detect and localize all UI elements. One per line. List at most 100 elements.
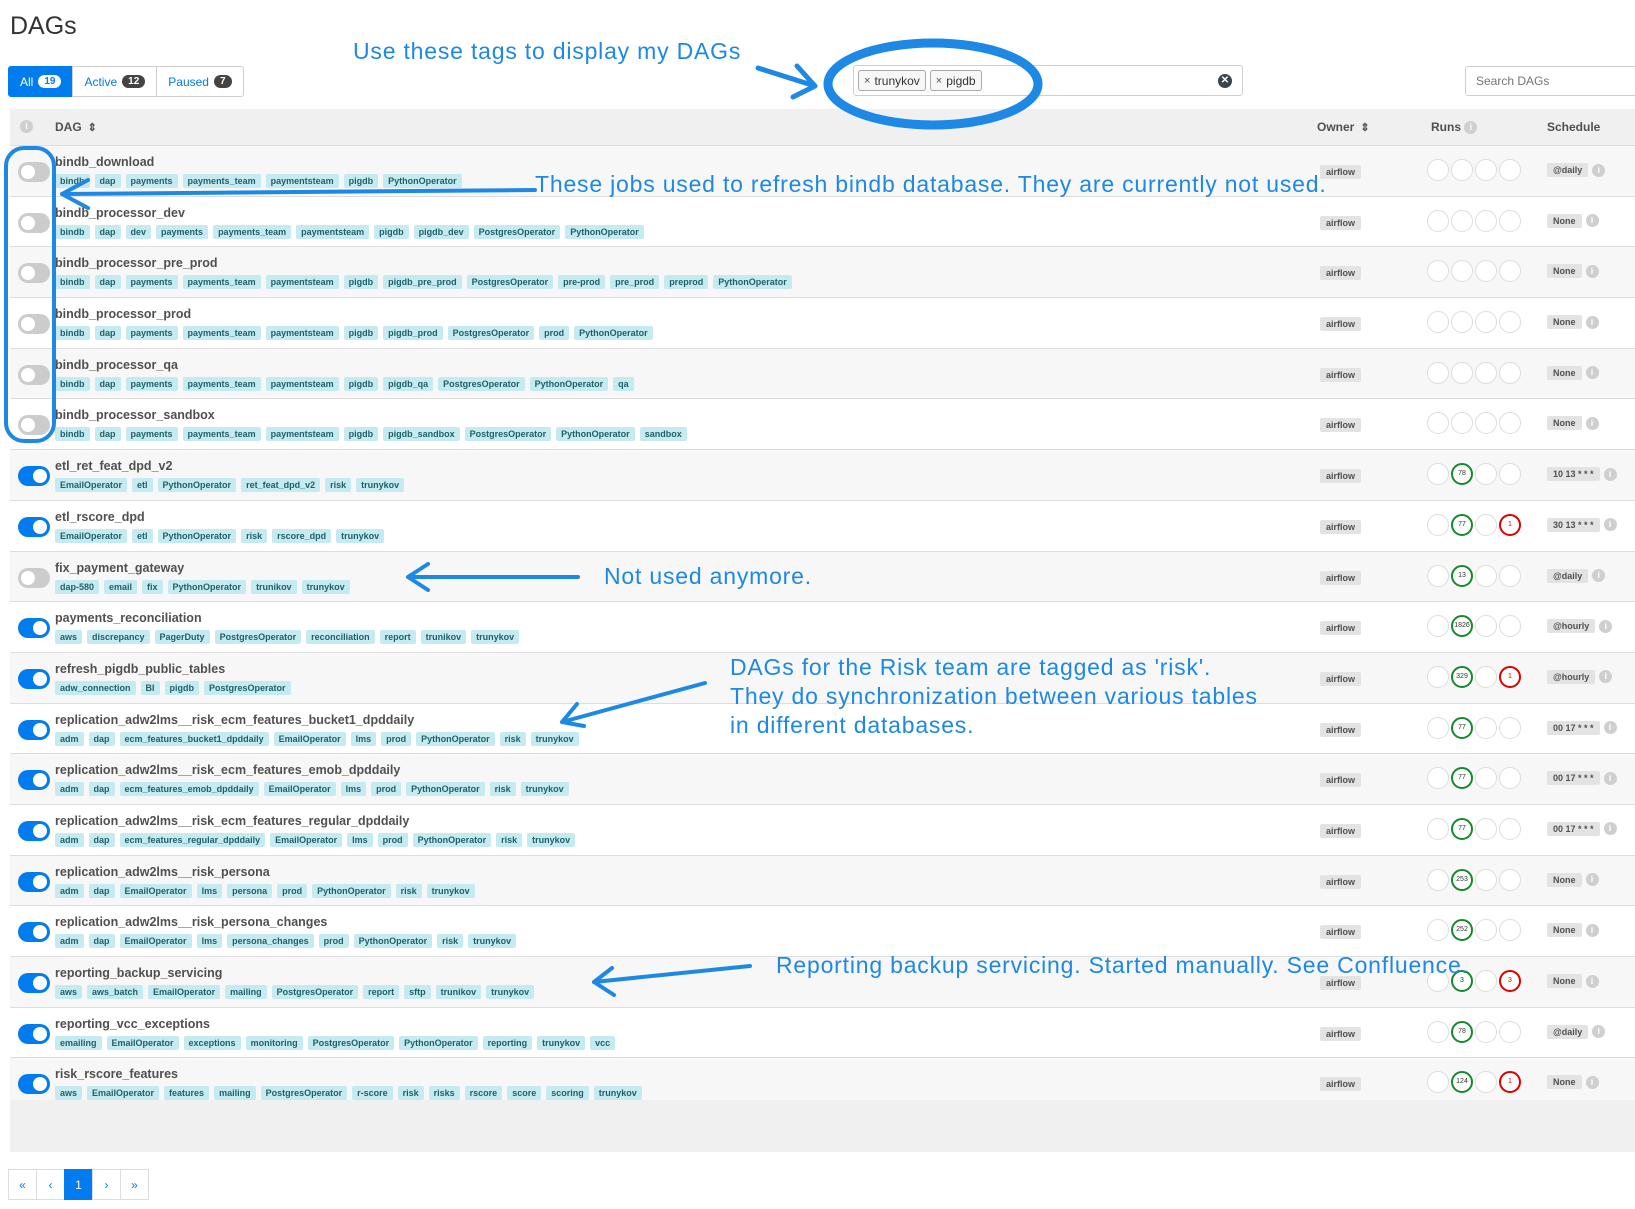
pause-toggle[interactable]: [18, 719, 50, 740]
dag-tag[interactable]: PythonOperator: [556, 427, 635, 442]
run-status-circle[interactable]: [1451, 260, 1473, 283]
dag-tag[interactable]: dap: [88, 782, 115, 797]
dag-tag[interactable]: PostgresOperator: [260, 1086, 348, 1101]
dag-tag[interactable]: payments_team: [182, 275, 261, 290]
dag-tag[interactable]: PostgresOperator: [464, 427, 552, 442]
current-page-button[interactable]: 1: [64, 1169, 93, 1200]
dag-tag[interactable]: ecm_features_bucket1_dpddaily: [119, 731, 269, 746]
dag-tag[interactable]: EmailOperator: [87, 1086, 160, 1101]
pause-toggle[interactable]: [18, 820, 50, 841]
run-status-circle[interactable]: [1499, 311, 1521, 334]
dag-tag[interactable]: pigdb: [343, 275, 379, 290]
run-status-circle[interactable]: [1475, 716, 1497, 739]
dag-tag[interactable]: PythonOperator: [383, 174, 462, 188]
run-status-circle[interactable]: [1427, 564, 1449, 587]
dag-tag[interactable]: fix: [142, 579, 163, 594]
run-status-circle[interactable]: [1499, 1020, 1521, 1043]
sort-icon[interactable]: ⇕: [1360, 122, 1369, 134]
dag-tag[interactable]: risk: [325, 478, 352, 493]
dag-tag[interactable]: reconciliation: [306, 630, 375, 645]
tag-chip[interactable]: × pigdb: [929, 70, 982, 91]
dag-tag[interactable]: risk: [241, 528, 268, 543]
dag-tag[interactable]: pigdb_prod: [383, 326, 443, 341]
dag-tag[interactable]: payments_team: [182, 376, 261, 391]
dag-tag[interactable]: pigdb: [343, 326, 379, 341]
pause-toggle[interactable]: [18, 212, 50, 233]
dag-tag[interactable]: etl: [132, 478, 153, 493]
dag-tag[interactable]: email: [104, 579, 138, 594]
run-status-circle[interactable]: 77: [1451, 513, 1473, 536]
dag-tag[interactable]: risk: [496, 832, 523, 847]
dag-tag[interactable]: PostgresOperator: [438, 376, 525, 391]
run-status-circle[interactable]: [1427, 868, 1449, 891]
run-status-circle[interactable]: [1475, 665, 1497, 688]
dag-tag[interactable]: PythonOperator: [412, 832, 492, 847]
dag-tag[interactable]: trunykov: [426, 883, 475, 898]
dag-tag[interactable]: persona: [227, 883, 273, 898]
dag-tag[interactable]: EmailOperator: [148, 985, 221, 999]
dag-tag[interactable]: pre_prod: [610, 275, 660, 290]
pause-toggle[interactable]: [18, 618, 50, 639]
run-status-circle[interactable]: [1499, 615, 1521, 638]
dag-tag[interactable]: persona_changes: [227, 934, 314, 949]
dag-tag[interactable]: lms: [347, 832, 373, 847]
run-status-circle[interactable]: [1475, 1071, 1497, 1094]
run-status-circle[interactable]: 1: [1499, 1071, 1521, 1094]
dag-tag[interactable]: ret_feat_dpd_v2: [241, 478, 321, 493]
dag-tag[interactable]: EmailOperator: [55, 528, 128, 543]
dag-tag[interactable]: trunykov: [520, 782, 569, 797]
dag-tag[interactable]: EmailOperator: [273, 731, 346, 746]
run-status-circle[interactable]: [1499, 716, 1521, 739]
first-page-button[interactable]: «: [8, 1169, 37, 1200]
dag-tag[interactable]: adm: [55, 782, 84, 797]
dag-tag[interactable]: bindb: [55, 275, 90, 290]
dag-name-link[interactable]: fix_payment_gateway: [55, 561, 184, 575]
dag-tag[interactable]: bindb: [55, 427, 90, 442]
dag-tag[interactable]: payments_team: [182, 326, 261, 341]
run-status-circle[interactable]: [1499, 412, 1521, 435]
run-status-circle[interactable]: [1475, 767, 1497, 790]
dag-tag[interactable]: EmailOperator: [119, 934, 192, 949]
dag-name-link[interactable]: payments_reconciliation: [55, 611, 202, 625]
run-status-circle[interactable]: [1475, 209, 1497, 232]
dag-tag[interactable]: payments: [125, 376, 178, 391]
run-status-circle[interactable]: [1475, 868, 1497, 891]
dag-tag[interactable]: trunykov: [471, 630, 520, 645]
dag-name-link[interactable]: bindb_processor_prod: [55, 307, 191, 321]
run-status-circle[interactable]: [1427, 1071, 1449, 1094]
dag-tag[interactable]: lms: [196, 883, 223, 898]
dag-name-link[interactable]: bindb_processor_pre_prod: [55, 256, 218, 270]
run-status-circle[interactable]: 13: [1451, 564, 1473, 587]
run-status-circle[interactable]: [1427, 665, 1449, 688]
run-status-circle[interactable]: [1451, 412, 1473, 435]
dag-tag[interactable]: paymentsteam: [296, 224, 370, 239]
dag-name-link[interactable]: replication_adw2lms__risk_ecm_features_e…: [55, 763, 400, 777]
dag-tag[interactable]: pigdb: [343, 427, 379, 442]
dag-tag[interactable]: pigdb: [164, 680, 200, 695]
dag-tag[interactable]: risk: [397, 1086, 424, 1101]
run-status-circle[interactable]: 1826: [1451, 615, 1473, 638]
remove-tag-icon[interactable]: ×: [936, 75, 942, 87]
dag-tag[interactable]: trunikov: [251, 579, 297, 594]
dag-tag[interactable]: paymentsteam: [265, 427, 339, 442]
run-status-circle[interactable]: 253: [1451, 868, 1473, 891]
run-status-circle[interactable]: [1427, 513, 1449, 536]
run-status-circle[interactable]: [1475, 615, 1497, 638]
run-status-circle[interactable]: [1427, 615, 1449, 638]
pause-toggle[interactable]: [18, 1023, 50, 1044]
dag-tag[interactable]: exceptions: [183, 1035, 241, 1050]
pause-toggle[interactable]: [18, 466, 50, 487]
dag-tag[interactable]: adm: [55, 731, 84, 746]
run-status-circle[interactable]: [1451, 361, 1473, 384]
dag-tag[interactable]: monitoring: [245, 1035, 303, 1050]
dag-tag[interactable]: aws: [55, 1086, 83, 1101]
dag-tag[interactable]: payments_team: [182, 427, 261, 442]
run-status-circle[interactable]: [1475, 159, 1497, 181]
dag-name-link[interactable]: etl_ret_feat_dpd_v2: [55, 459, 172, 473]
dag-tag[interactable]: PythonOperator: [399, 1035, 478, 1050]
dag-tag[interactable]: dap: [94, 174, 121, 188]
prev-page-button[interactable]: ‹: [36, 1169, 65, 1200]
dag-tag[interactable]: rscore_dpd: [272, 528, 332, 543]
dag-tag[interactable]: risks: [428, 1086, 460, 1101]
dag-tag[interactable]: dap: [88, 883, 115, 898]
